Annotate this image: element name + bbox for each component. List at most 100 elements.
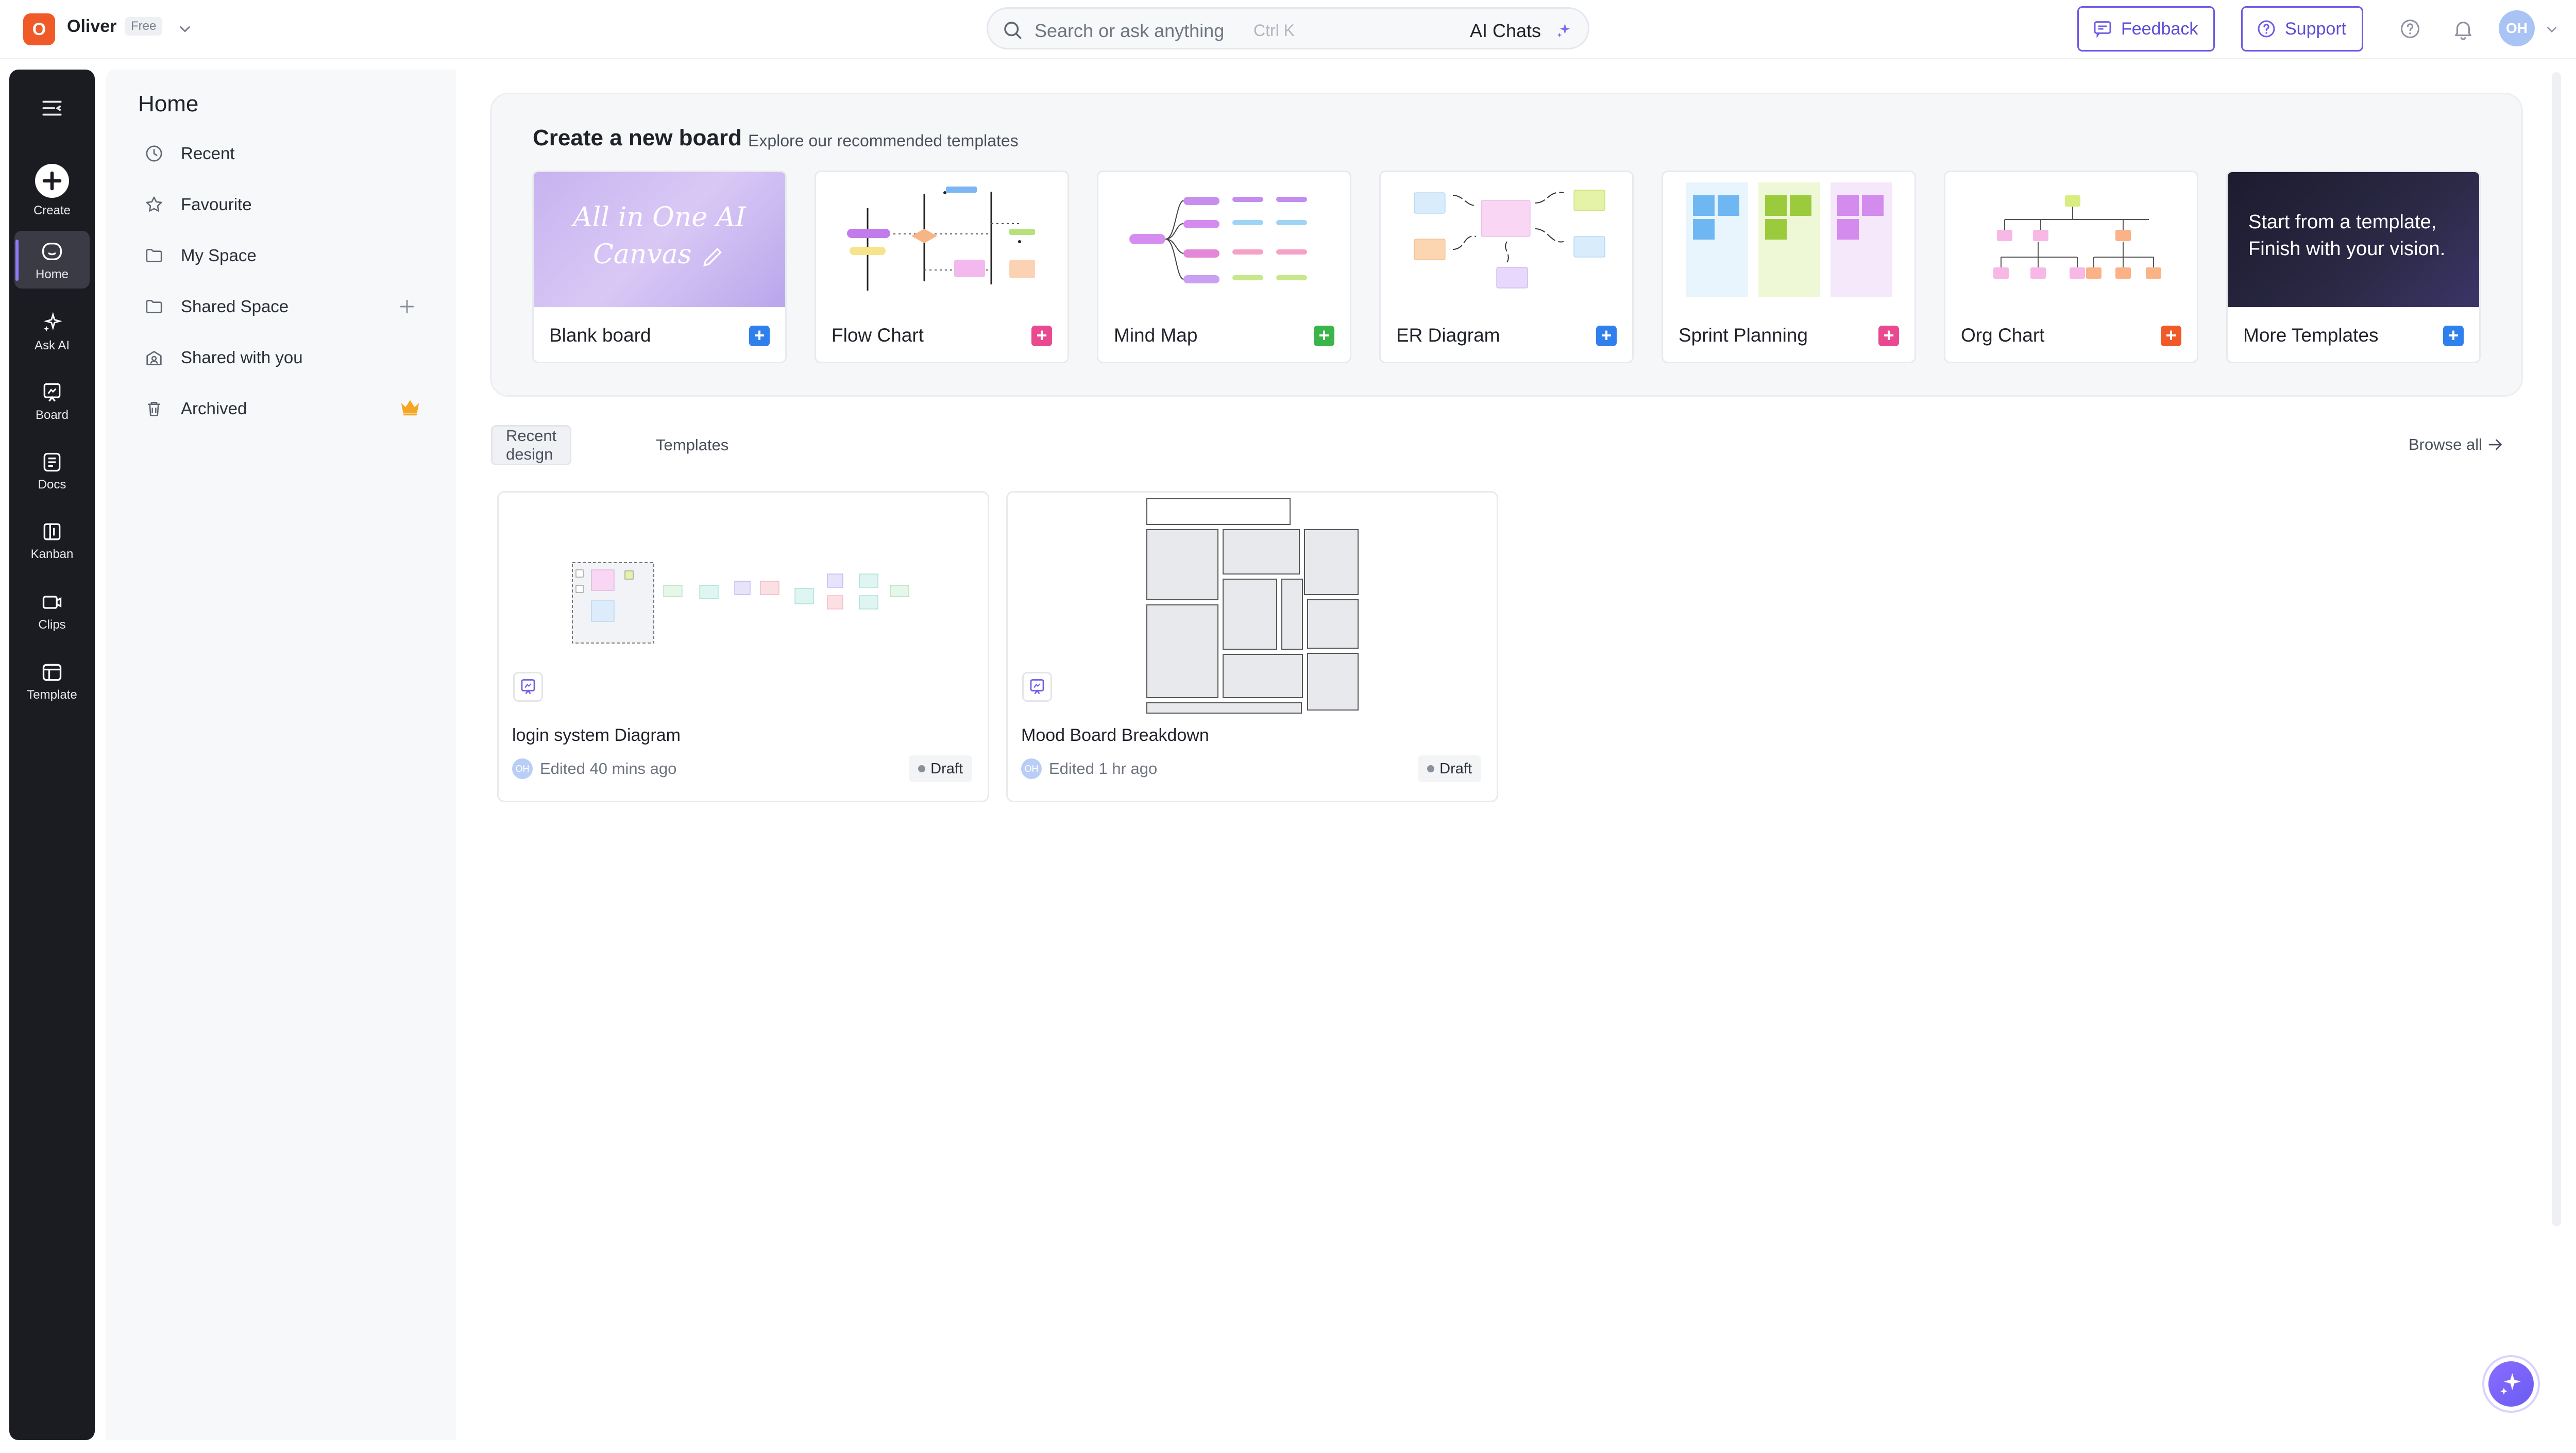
folder-icon [142,294,166,319]
rail-label: Ask AI [34,339,70,352]
template-label: Org Chart [1961,325,2045,346]
template-flow-chart[interactable]: Flow Chart + [815,171,1069,363]
browse-all-link[interactable]: Browse all [2409,435,2505,454]
sidebar-item-shared-space[interactable]: Shared Space [142,291,289,322]
sidebar-title: Home [138,91,199,116]
sidebar-item-label: My Space [181,246,257,265]
thumb-text: Finish with your vision. [2248,238,2446,260]
chat-icon [2092,19,2113,39]
edited-time: Edited 40 mins ago [540,759,677,778]
avatar: OH [1021,758,1042,779]
add-template-button[interactable]: + [1314,326,1334,346]
rail-clips[interactable]: Clips [9,591,95,632]
mind-map-thumbnail [1098,172,1350,307]
docs-icon [9,451,95,474]
main-content: Create a new board Explore our recommend… [456,70,2548,1440]
design-meta: OH Edited 1 hr ago [1021,758,1157,779]
tab-templates[interactable]: Templates [656,425,728,465]
ai-assistant-button[interactable] [2482,1355,2540,1413]
template-more-templates[interactable]: Start from a template, Finish with your … [2226,171,2481,363]
add-template-button[interactable]: + [1031,326,1052,346]
ai-chats-button[interactable]: AI Chats [1470,20,1541,42]
template-er-diagram[interactable]: ER Diagram + [1379,171,1634,363]
shared-icon [142,345,166,370]
help-icon[interactable] [2399,18,2421,40]
sidebar-item-shared-with-you[interactable]: Shared with you [142,342,303,373]
rail-ask-ai[interactable]: Ask AI [9,312,95,353]
template-label: Flow Chart [832,325,924,346]
search-shortcut: Ctrl K [1253,21,1295,40]
sidebar-item-favourite[interactable]: Favourite [142,189,252,220]
template-sprint-planning[interactable]: Sprint Planning + [1662,171,1916,363]
design-card[interactable]: login system Diagram OH Edited 40 mins a… [497,491,989,802]
thumb-text: Start from a template, [2248,211,2437,233]
status-badge: Draft [909,755,972,782]
collapse-menu-icon[interactable] [39,95,65,121]
flow-chart-thumbnail [816,172,1067,307]
add-template-button[interactable]: + [2161,326,2181,346]
rail-label: Board [35,408,69,422]
design-card[interactable]: Mood Board Breakdown OH Edited 1 hr ago … [1006,491,1498,802]
board-type-icon [1022,672,1052,702]
search-bar[interactable]: Search or ask anything Ctrl K AI Chats [987,7,1589,49]
org-chart-thumbnail [1945,172,2197,307]
rail-home[interactable]: Home [9,240,95,282]
board-icon [9,381,95,404]
search-icon [1002,19,1023,41]
rail-kanban[interactable]: Kanban [9,520,95,562]
help-circle-icon [2256,19,2277,39]
rail-docs[interactable]: Docs [9,451,95,492]
avatar[interactable]: OH [2499,10,2535,46]
sidebar-item-my-space[interactable]: My Space [142,240,257,271]
add-template-button[interactable]: + [2443,326,2464,346]
workspace-name[interactable]: Oliver [67,16,116,37]
crown-icon [398,395,422,419]
sidebar-item-archived[interactable]: Archived [142,393,247,424]
design-name: Mood Board Breakdown [1021,725,1209,745]
rail-board[interactable]: Board [9,381,95,423]
avatar: OH [512,758,533,779]
sidebar-item-label: Recent [181,144,235,163]
tab-recent-design[interactable]: Recent design [491,425,572,465]
template-label: More Templates [2243,325,2379,346]
sparkle-icon [2488,1361,2534,1407]
clips-icon [9,591,95,614]
design-preview [499,493,988,714]
rail-label: Kanban [30,547,74,561]
add-template-button[interactable]: + [1878,326,1899,346]
search-input[interactable]: Search or ask anything [1035,20,1224,42]
design-name: login system Diagram [512,725,681,745]
status-badge: Draft [1418,755,1481,782]
template-label: Sprint Planning [1679,325,1808,346]
more-templates-thumbnail: Start from a template, Finish with your … [2228,172,2479,307]
create-board-panel: Create a new board Explore our recommend… [490,93,2523,397]
blank-board-thumbnail: All in One AI Canvas [534,172,785,307]
rail-template[interactable]: Template [9,661,95,702]
bell-icon[interactable] [2451,18,2475,41]
template-org-chart[interactable]: Org Chart + [1944,171,2198,363]
chevron-down-icon[interactable] [2545,23,2558,36]
rail-create[interactable]: Create [9,162,95,218]
feedback-button[interactable]: Feedback [2077,6,2215,52]
design-meta: OH Edited 40 mins ago [512,758,676,779]
chevron-down-icon[interactable] [178,22,192,36]
template-mind-map[interactable]: Mind Map + [1097,171,1351,363]
sidebar-item-label: Favourite [181,195,252,214]
folder-icon [142,243,166,268]
sidebar-item-recent[interactable]: Recent [142,138,235,169]
feedback-label: Feedback [2121,19,2198,39]
sprint-planning-thumbnail [1663,172,1914,307]
add-shared-space-icon[interactable] [397,296,417,317]
add-template-button[interactable]: + [749,326,770,346]
support-button[interactable]: Support [2241,6,2364,52]
template-blank-board[interactable]: All in One AI Canvas Blank board + [532,171,787,363]
sidebar: Home Recent Favourite My Space Shared Sp… [106,70,456,1440]
rail-label: Docs [38,478,66,492]
workspace-logo[interactable]: O [23,13,55,45]
rail-label: Home [35,267,69,281]
scrollbar[interactable] [2552,72,2561,1226]
add-template-button[interactable]: + [1596,326,1617,346]
create-board-title: Create a new board [533,125,742,150]
create-board-subtitle: Explore our recommended templates [748,131,1019,150]
thumb-text: All in One AI [573,202,746,233]
